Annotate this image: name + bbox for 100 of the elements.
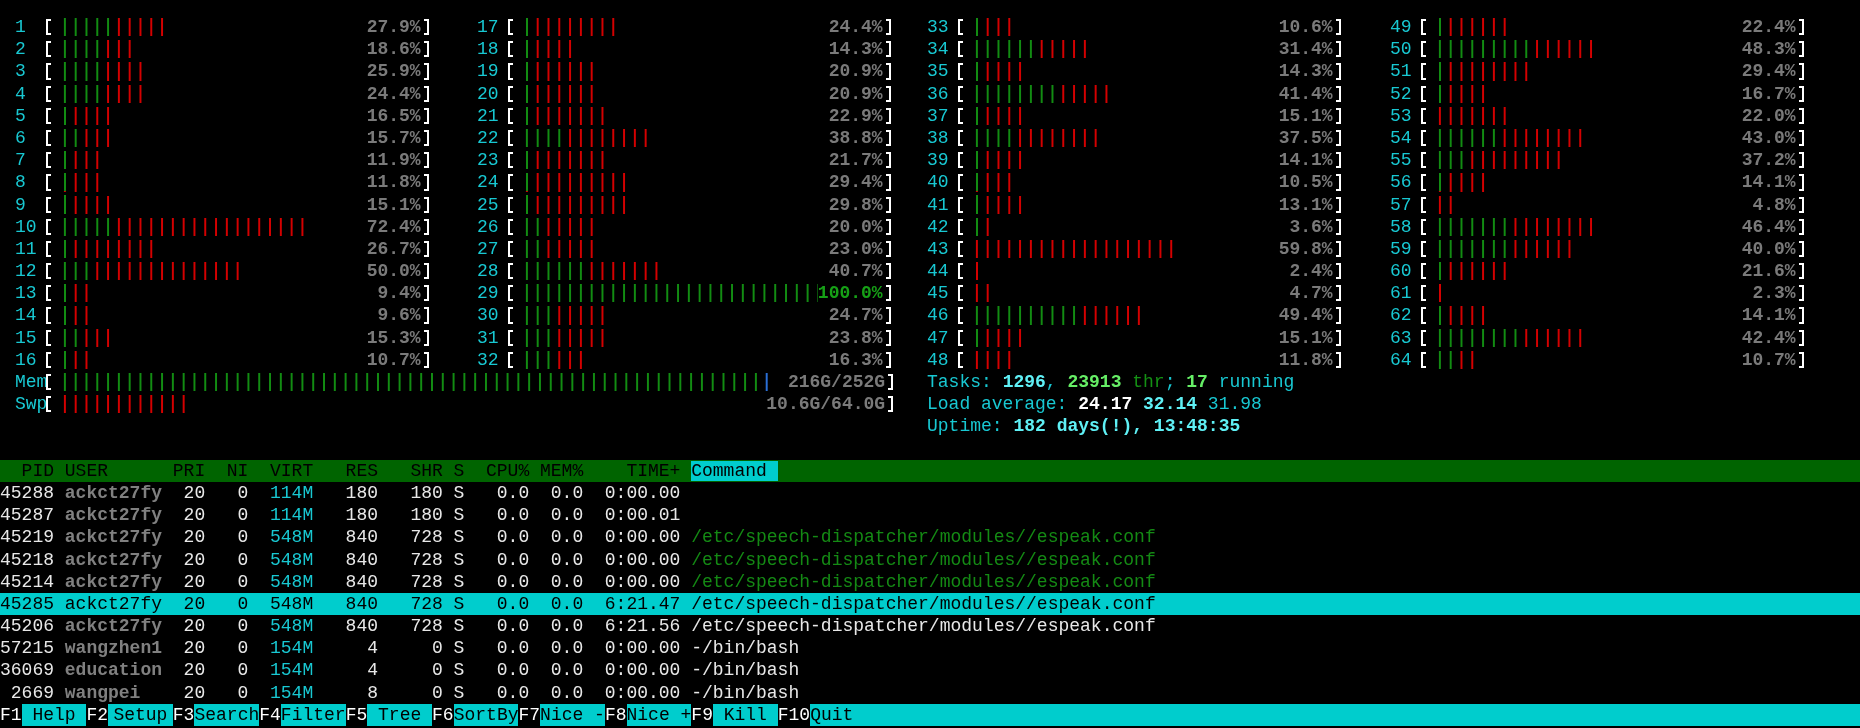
table-cell: 0.0 <box>550 483 584 503</box>
cpu-label: 1 <box>15 16 27 39</box>
cpu-label: 14 <box>15 304 38 327</box>
cpu-label: 6 <box>15 126 27 150</box>
table-cell: 728 <box>410 616 443 637</box>
table-cell: 0.0 <box>496 527 530 548</box>
table-cell: 114M <box>270 505 314 526</box>
table-cell: 0.0 <box>550 616 584 637</box>
process-row[interactable]: 57215 wangzhen1 20 0 154M 4 0 S 0.0 0.0 0:00.00 -/bin/bash <box>0 637 1860 660</box>
table-cell: -/bin/bash <box>691 682 800 703</box>
cpu-label: 13 <box>15 282 38 305</box>
cpu-label: 57 <box>1390 193 1413 216</box>
table-cell: 0.0 <box>550 571 584 592</box>
table-cell: 20 <box>183 483 206 503</box>
cpu-label: 3 <box>15 60 27 83</box>
cpu-label: 55 <box>1390 149 1413 172</box>
table-cell: 36069 <box>0 660 54 681</box>
cpu-label: 40 <box>927 171 950 194</box>
cpu-label: 25 <box>477 193 500 216</box>
table-cell: ackct27fy <box>64 616 162 637</box>
process-row[interactable]: 45287 ackct27fy 20 0 114M 180 180 S 0.0 0.0 0:00.01 <box>0 504 1860 527</box>
table-cell: 4 <box>367 638 378 659</box>
table-cell: 20 <box>183 638 206 659</box>
table-cell: 0.0 <box>496 549 530 570</box>
cpu-label: 32 <box>477 348 500 371</box>
cpu-label: 60 <box>1390 260 1413 283</box>
table-cell: wangpei <box>64 682 141 703</box>
table-cell: ackct27fy <box>64 593 162 614</box>
cpu-label: 16 <box>15 348 38 371</box>
table-cell: 0:00.00 <box>604 660 681 681</box>
table-cell: 114M <box>270 483 314 503</box>
table-cell: 45285 <box>0 593 54 614</box>
table-cell: 180 <box>345 505 378 526</box>
cpu-label: 31 <box>477 326 500 349</box>
table-cell: 0:00.01 <box>604 505 681 526</box>
table-cell: 0 <box>237 638 249 659</box>
swap-label: Swp <box>15 393 48 416</box>
cpu-label: 21 <box>477 104 500 127</box>
cpu-label: 64 <box>1390 348 1413 371</box>
process-row[interactable]: 36069 education 20 0 154M 4 0 S 0.0 0.0 0:00.00 -/bin/bash <box>0 659 1860 682</box>
table-cell: 840 <box>345 527 378 548</box>
table-cell: 0 <box>237 660 249 681</box>
table-cell: 0 <box>237 505 249 526</box>
process-row[interactable]: 45214 ackct27fy 20 0 548M 840 728 S 0.0 0.0 0:00.00 /etc/speech-dispatcher/modules//espeak.conf <box>0 570 1860 593</box>
table-cell: 180 <box>410 505 443 526</box>
cpu-label: 56 <box>1390 171 1413 194</box>
table-cell: 154M <box>270 682 314 703</box>
process-row[interactable]: 2669 wangpei 20 0 154M 8 0 S 0.0 0.0 0:00.00 -/bin/bash <box>0 681 1860 704</box>
table-cell: 0.0 <box>550 505 584 526</box>
cpu-label: 54 <box>1390 126 1413 150</box>
table-cell: 0 <box>432 638 443 659</box>
cpu-label: 46 <box>927 304 950 327</box>
cpu-label: 41 <box>927 193 950 216</box>
cpu-label: 63 <box>1390 326 1413 349</box>
table-cell: 0:00.00 <box>604 682 681 703</box>
cpu-label: 34 <box>927 38 950 61</box>
cpu-label: 17 <box>477 16 500 39</box>
cpu-label: 61 <box>1390 282 1413 305</box>
process-row[interactable]: 45288 ackct27fy 20 0 114M 180 180 S 0.0 0.0 0:00.00 <box>0 482 1860 505</box>
column-header[interactable]: Command <box>691 460 778 481</box>
table-cell: ackct27fy <box>64 505 162 526</box>
table-cell: 0.0 <box>496 616 530 637</box>
process-row[interactable]: 45285 ackct27fy 20 0 548M 840 728 S 0.0 0.0 6:21.47 /etc/speech-dispatcher/modules//espeak.conf <box>0 592 1860 616</box>
cpu-label: 51 <box>1390 60 1413 83</box>
table-cell: 6:21.47 <box>604 593 681 614</box>
table-cell: 20 <box>183 571 206 592</box>
table-cell: 180 <box>410 483 443 503</box>
cpu-label: 23 <box>477 149 500 172</box>
cpu-label: 45 <box>927 282 950 305</box>
table-cell: 0 <box>432 682 443 703</box>
cpu-label: 24 <box>477 171 500 194</box>
cpu-label: 42 <box>927 215 950 238</box>
table-cell: 45287 <box>0 505 54 526</box>
table-cell: 0 <box>237 593 249 614</box>
cpu-label: 48 <box>927 348 950 371</box>
cpu-label: 30 <box>477 304 500 327</box>
table-cell: 0 <box>237 682 249 703</box>
table-cell: 20 <box>183 593 206 614</box>
table-cell: 20 <box>183 549 206 570</box>
cpu-percent: 100.0% <box>817 282 883 305</box>
table-cell: 4 <box>367 660 378 681</box>
table-cell: -/bin/bash <box>691 638 800 659</box>
cpu-label: 43 <box>927 237 950 261</box>
table-cell: 548M <box>270 571 314 592</box>
table-cell: 728 <box>410 571 443 592</box>
cpu-label: 36 <box>927 82 950 105</box>
cpu-label: 29 <box>477 282 500 305</box>
process-row[interactable]: 45218 ackct27fy 20 0 548M 840 728 S 0.0 0.0 0:00.00 /etc/speech-dispatcher/modules//espeak.conf <box>0 548 1860 571</box>
table-cell: -/bin/bash <box>691 660 800 681</box>
process-row[interactable]: 45206 ackct27fy 20 0 548M 840 728 S 0.0 0.0 6:21.56 /etc/speech-dispatcher/modules//espeak.conf <box>0 615 1860 638</box>
table-cell: 154M <box>270 660 314 681</box>
cpu-label: 9 <box>15 193 27 216</box>
tasks-summary: Tasks: 1296, 23913 thr; 17 running <box>927 371 1295 394</box>
table-cell: S <box>453 616 465 637</box>
table-cell: ackct27fy <box>64 549 162 570</box>
table-cell: 0.0 <box>550 593 584 614</box>
table-cell: 8 <box>367 682 378 703</box>
table-cell: 20 <box>183 682 206 703</box>
process-row[interactable]: 45219 ackct27fy 20 0 548M 840 728 S 0.0 0.0 0:00.00 /etc/speech-dispatcher/modules//espeak.conf <box>0 526 1860 549</box>
table-cell: 20 <box>183 527 206 548</box>
